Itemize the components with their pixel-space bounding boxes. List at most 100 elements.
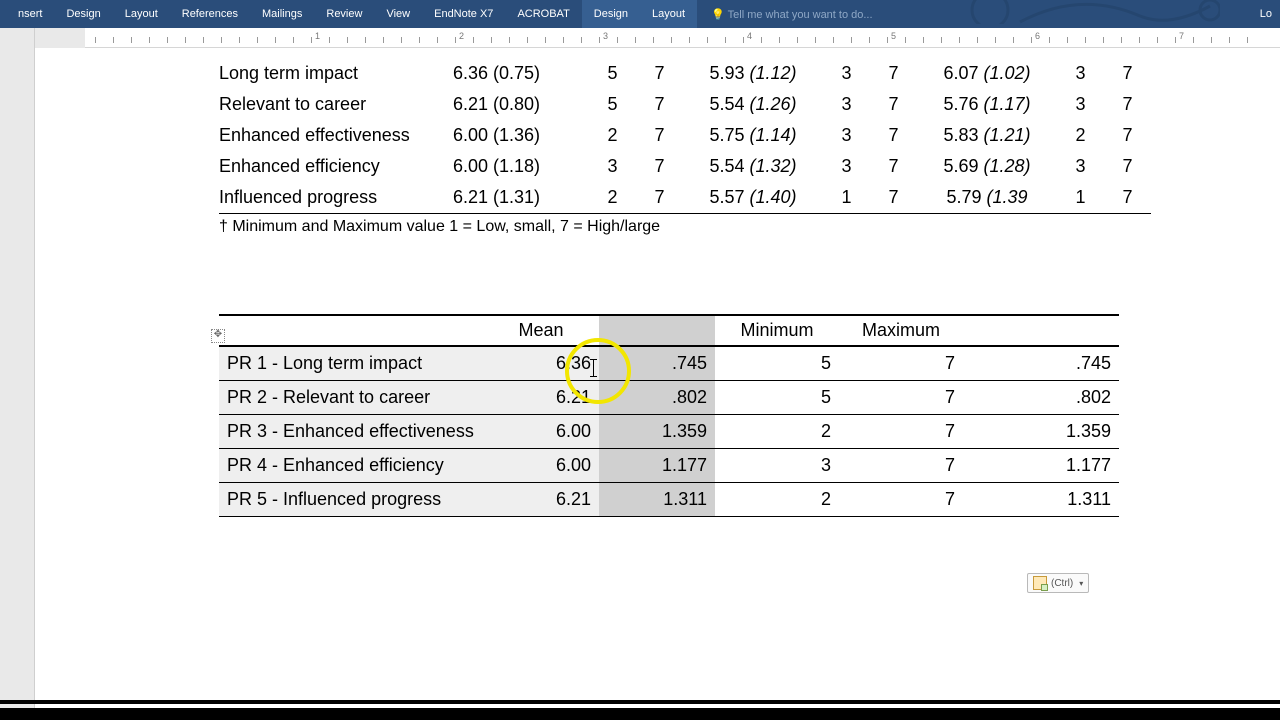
row-label: PR 3 - Enhanced effectiveness: [219, 415, 483, 449]
cell: 6.21 (1.31): [453, 182, 589, 214]
ruler-tick: [1049, 37, 1050, 43]
lower-table-row[interactable]: PR 5 - Influenced progress6.211.311271.3…: [219, 483, 1119, 517]
ruler-tick: [221, 37, 222, 43]
ribbon-right-label: Lo: [1260, 8, 1272, 20]
ruler-tick: [995, 37, 996, 43]
ribbon-tab-mailings[interactable]: Mailings: [250, 0, 314, 28]
lower-table-row[interactable]: PR 4 - Enhanced efficiency6.001.177371.1…: [219, 449, 1119, 483]
lower-table-row[interactable]: PR 1 - Long term impact6.36.74557.745: [219, 346, 1119, 381]
row-label: PR 4 - Enhanced efficiency: [219, 449, 483, 483]
table-footnote: † Minimum and Maximum value 1 = Low, sma…: [219, 218, 1249, 236]
row-label: Relevant to career: [219, 89, 453, 120]
upper-table-row: Relevant to career6.21 (0.80)575.54 (1.2…: [219, 89, 1151, 120]
cell-min: 5: [715, 346, 839, 381]
ribbon-tab-table-layout[interactable]: Layout: [640, 0, 697, 28]
lower-table-row[interactable]: PR 2 - Relevant to career6.21.80257.802: [219, 381, 1119, 415]
lower-table-row[interactable]: PR 3 - Enhanced effectiveness6.001.35927…: [219, 415, 1119, 449]
cell-last: 1.177: [963, 449, 1119, 483]
ruler-tick: [203, 37, 204, 43]
cell: 6.00 (1.36): [453, 120, 589, 151]
cell-last: .745: [963, 346, 1119, 381]
cell: 7: [1104, 120, 1151, 151]
ruler-tick: [167, 37, 168, 43]
ruler-margin-left: [35, 28, 85, 48]
tell-me-search[interactable]: 💡 Tell me what you want to do...: [711, 8, 872, 21]
cell: 5: [589, 89, 636, 120]
ribbon-tab-design[interactable]: Design: [54, 0, 112, 28]
cell-selected[interactable]: 1.177: [599, 449, 715, 483]
cell: 5.57 (1.40): [683, 182, 823, 214]
ribbon-tab-layout[interactable]: Layout: [113, 0, 170, 28]
cell: 3: [823, 151, 870, 182]
ruler-tick: [95, 37, 96, 43]
cell: 5.54 (1.32): [683, 151, 823, 182]
cell: 3: [823, 89, 870, 120]
lower-header-blank2: [599, 315, 715, 346]
ribbon-tab-table-design[interactable]: Design: [582, 0, 640, 28]
ruler-tick: [743, 37, 744, 43]
ribbon-tab-acrobat[interactable]: ACROBAT: [505, 0, 581, 28]
lower-header-blank0: [219, 315, 483, 346]
ribbon-tab-endnote[interactable]: EndNote X7: [422, 0, 505, 28]
cell-min: 2: [715, 483, 839, 517]
cell-selected[interactable]: .745: [599, 346, 715, 381]
ruler-tick: [977, 37, 978, 43]
row-label: PR 5 - Influenced progress: [219, 483, 483, 517]
cell-selected[interactable]: 1.311: [599, 483, 715, 517]
cell: 7: [1104, 89, 1151, 120]
ruler-tick: [491, 37, 492, 43]
ruler-tick: [833, 37, 834, 43]
paste-options-button[interactable]: (Ctrl) ▾: [1027, 573, 1089, 593]
cell: 5.75 (1.14): [683, 120, 823, 151]
ruler-tick: [419, 37, 420, 43]
ribbon-tab-insert[interactable]: nsert: [6, 0, 54, 28]
document-stage: Long term impact6.36 (0.75)575.93 (1.12)…: [0, 48, 1280, 720]
cell-min: 3: [715, 449, 839, 483]
vertical-ruler[interactable]: [0, 48, 35, 720]
horizontal-ruler[interactable]: 1 2 3 4 5 6 7: [35, 28, 1280, 48]
ruler-tick: [653, 37, 654, 43]
ruler-tick: [689, 37, 690, 43]
ruler-tick: [815, 37, 816, 43]
cell: 7: [1104, 58, 1151, 89]
cell: 3: [823, 58, 870, 89]
ruler-number: 1: [315, 31, 320, 41]
ruler-tick: [113, 37, 114, 43]
ruler-tick: [149, 37, 150, 43]
cell: 3: [589, 151, 636, 182]
ruler-tick: [1193, 37, 1194, 43]
ruler-tick: [671, 37, 672, 43]
ruler-tick: [923, 37, 924, 43]
cell-selected[interactable]: .802: [599, 381, 715, 415]
ribbon-tab-view[interactable]: View: [374, 0, 422, 28]
ruler-tick: [1247, 37, 1248, 43]
ruler-tick: [1013, 37, 1014, 43]
ruler-tick: [509, 37, 510, 43]
lower-header-maximum: Maximum: [839, 315, 963, 346]
ruler-tick: [401, 37, 402, 43]
row-label: Long term impact: [219, 58, 453, 89]
ruler-tick: [851, 37, 852, 43]
table-anchor-icon[interactable]: ✥: [211, 329, 225, 343]
cell: 7: [870, 58, 917, 89]
cell: 5.93 (1.12): [683, 58, 823, 89]
ruler-tick: [473, 37, 474, 43]
cell-last: 1.311: [963, 483, 1119, 517]
ribbon-tab-review[interactable]: Review: [314, 0, 374, 28]
ruler-tick: [1121, 37, 1122, 43]
cell: 7: [870, 182, 917, 214]
ribbon-tab-references[interactable]: References: [170, 0, 250, 28]
lower-data-table[interactable]: Mean Minimum Maximum PR 1 - Long term im…: [219, 314, 1249, 517]
ruler-tick: [329, 37, 330, 43]
cell: 6.21 (0.80): [453, 89, 589, 120]
cell-max: 7: [839, 449, 963, 483]
cell: 1: [823, 182, 870, 214]
cell-max: 7: [839, 381, 963, 415]
ruler-tick: [869, 37, 870, 43]
ruler-tick: [1229, 37, 1230, 43]
document-page[interactable]: Long term impact6.36 (0.75)575.93 (1.12)…: [69, 48, 1249, 720]
ruler-tick: [905, 37, 906, 43]
cell: 3: [1057, 89, 1104, 120]
ruler-tick: [941, 37, 942, 43]
cell-selected[interactable]: 1.359: [599, 415, 715, 449]
